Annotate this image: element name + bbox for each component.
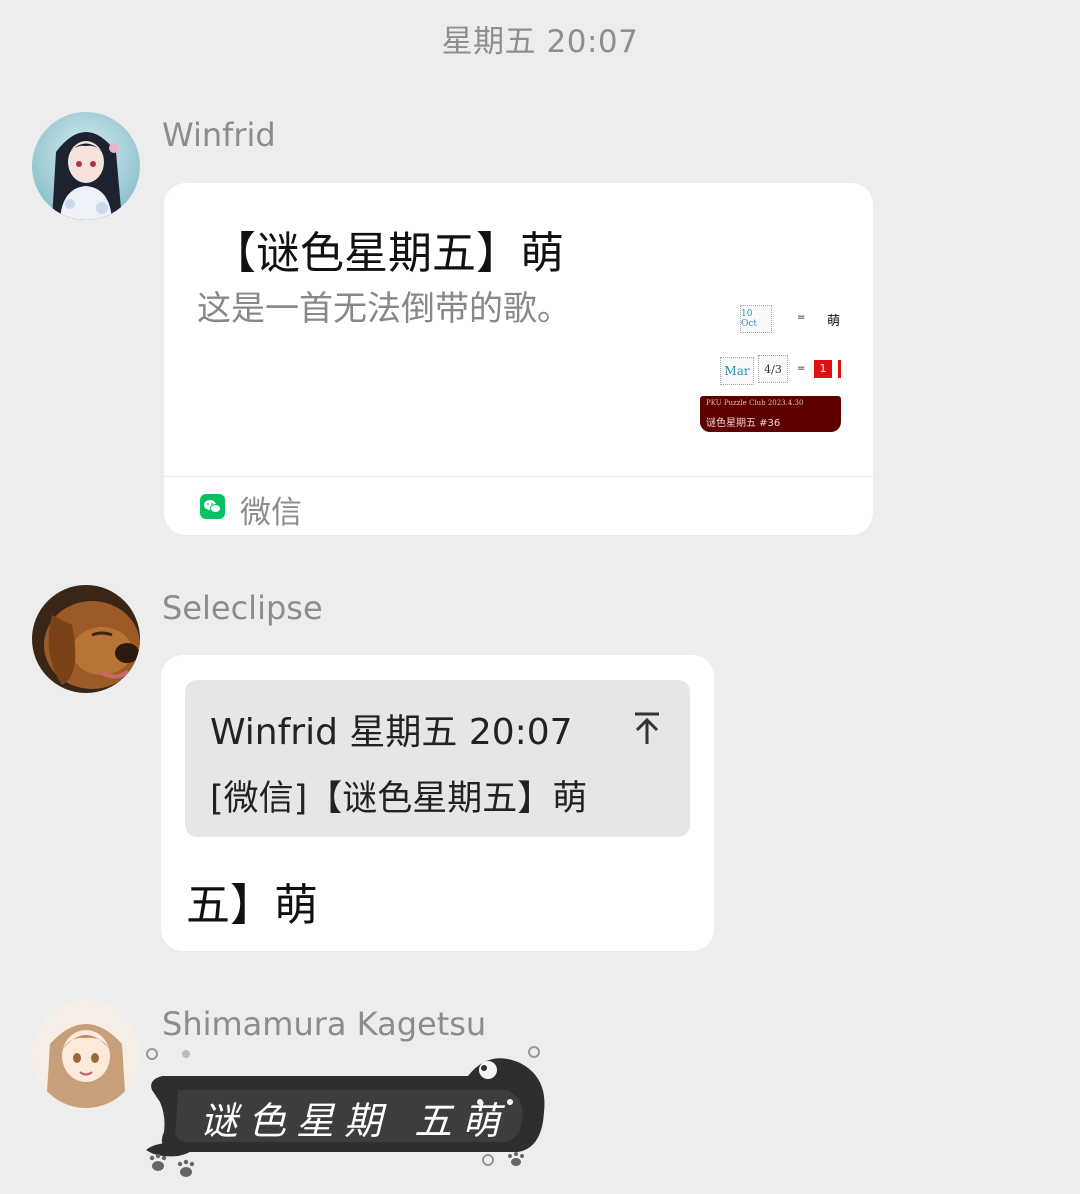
sticker[interactable]: 谜色星期 五萌 — [138, 1040, 558, 1180]
sender-name: Winfrid — [162, 116, 276, 154]
banner-title: 谜色星期五 #36 — [706, 418, 781, 429]
thumb-box: 10 Oct — [740, 305, 772, 333]
anime-girl-avatar-icon — [32, 112, 140, 220]
thumb-box: 4/3 — [758, 355, 788, 383]
avatar-seleclipse[interactable] — [32, 585, 140, 693]
sticker-text: 谜色星期 五萌 — [200, 1099, 511, 1143]
thumb-bar — [838, 360, 841, 378]
banner-subtitle: PKU Puzzle Club 2023.4.30 — [706, 399, 804, 407]
card-divider — [164, 476, 873, 477]
link-card[interactable]: 【谜色星期五】萌 这是一首无法倒带的歌。 10 Oct = 萌 Mar 4/3 … — [164, 183, 873, 535]
sender-name: Shimamura Kagetsu — [162, 1005, 487, 1043]
sender-name: Seleclipse — [162, 589, 323, 627]
time-divider: 星期五 20:07 — [441, 24, 639, 60]
thumb-equals: = — [797, 312, 806, 323]
card-thumbnail: 10 Oct = 萌 Mar 4/3 = 1 PKU Puzzle Club 2… — [700, 303, 842, 433]
thumb-equals: = — [797, 363, 806, 374]
message-text: 五】萌 — [186, 880, 318, 931]
anime-girl-avatar-icon — [32, 1000, 140, 1108]
avatar-winfrid[interactable] — [32, 112, 140, 220]
quote-meta: Winfrid 星期五 20:07 — [210, 712, 573, 753]
wechat-icon — [200, 494, 225, 519]
card-source-label: 微信 — [240, 495, 302, 531]
quoted-message[interactable]: Winfrid 星期五 20:07 [微信]【谜色星期五】萌 — [185, 680, 690, 837]
card-title: 【谜色星期五】萌 — [212, 228, 564, 279]
quote-text: [微信]【谜色星期五】萌 — [210, 779, 588, 819]
message-bubble[interactable]: Winfrid 星期五 20:07 [微信]【谜色星期五】萌 五】萌 — [161, 655, 714, 951]
avatar-shimamura-kagetsu[interactable] — [32, 1000, 140, 1108]
thumb-result: 1 — [814, 360, 832, 378]
dog-avatar-icon — [32, 585, 140, 693]
thumb-result: 萌 — [827, 314, 841, 329]
thumb-box: Mar — [720, 357, 754, 385]
jump-to-quote-icon[interactable] — [627, 708, 667, 748]
thumb-banner: PKU Puzzle Club 2023.4.30 谜色星期五 #36 — [700, 396, 841, 432]
card-description: 这是一首无法倒带的歌。 — [197, 289, 571, 329]
